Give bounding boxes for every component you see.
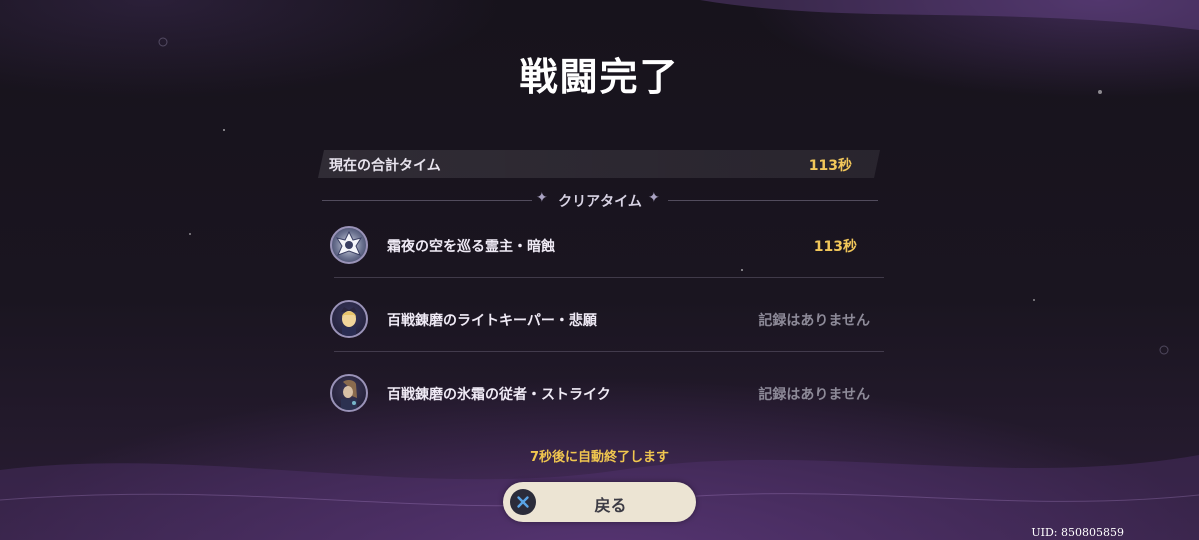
- total-time-value: 113秒: [808, 158, 852, 174]
- entry-name: 百戦錬磨の氷霜の従者・ストライク: [387, 387, 611, 403]
- list-item: 霜夜の空を巡る霊主・暗蝕 113秒: [330, 224, 884, 268]
- frost-servant-portrait-icon: [330, 374, 368, 412]
- entry-time: 113秒: [813, 239, 857, 255]
- entry-name: 霜夜の空を巡る霊主・暗蝕: [387, 239, 555, 255]
- sparkle-icon: ✦: [648, 190, 660, 206]
- page-title: 戦闘完了: [519, 55, 680, 99]
- battle-result-screen: 戦闘完了 現在の合計タイム 113秒 ✦ クリアタイム ✦ 霜夜の空を巡る霊主・…: [0, 0, 1199, 540]
- section-label: クリアタイム: [558, 194, 642, 210]
- total-time-label: 現在の合計タイム: [329, 158, 441, 174]
- uid-label: UID: 850805859: [1031, 526, 1124, 539]
- list-item: 百戦錬磨のライトキーパー・悲願 記録はありません: [330, 298, 884, 342]
- divider: [334, 277, 884, 278]
- divider: [668, 200, 878, 201]
- entry-time: 記録はありません: [758, 387, 870, 403]
- entry-time: 記録はありません: [758, 313, 870, 329]
- clear-time-section-header: ✦ クリアタイム ✦: [322, 190, 878, 210]
- entry-name: 百戦錬磨のライトキーパー・悲願: [387, 313, 597, 329]
- boss-emblem-icon: [330, 226, 368, 264]
- back-button[interactable]: 戻る: [503, 482, 696, 522]
- divider: [334, 351, 884, 352]
- back-button-label: 戻る: [594, 496, 627, 515]
- lightkeeper-portrait-icon: [330, 300, 368, 338]
- total-time-row: 現在の合計タイム 113秒: [318, 150, 880, 178]
- auto-exit-countdown: 7秒後に自動終了します: [529, 450, 670, 465]
- list-item: 百戦錬磨の氷霜の従者・ストライク 記録はありません: [330, 372, 884, 416]
